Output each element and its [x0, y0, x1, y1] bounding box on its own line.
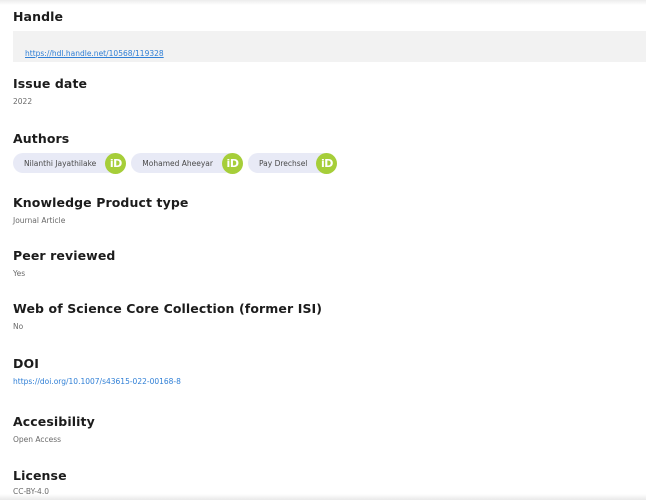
wos-value: No	[13, 322, 24, 331]
wos-label: Web of Science Core Collection (former I…	[13, 301, 323, 316]
accessibility-label: Accesibility	[13, 414, 95, 429]
handle-box: https://hdl.handle.net/10568/119328	[13, 31, 646, 62]
peer-reviewed-value: Yes	[13, 269, 26, 278]
doi-link[interactable]: https://doi.org/10.1007/s43615-022-00168…	[13, 377, 181, 386]
handle-field: Handle https://hdl.handle.net/10568/1193…	[13, 9, 646, 62]
orcid-icon[interactable]: iD	[105, 152, 127, 174]
accessibility-field: Accesibility Open Access	[13, 414, 646, 445]
author-name[interactable]: Mohamed Aheeyar	[142, 159, 213, 168]
author-name[interactable]: Pay Drechsel	[259, 159, 307, 168]
peer-reviewed-label: Peer reviewed	[13, 248, 116, 263]
license-label: License	[13, 468, 67, 483]
product-type-value: Journal Article	[13, 216, 66, 225]
bottom-shadow	[0, 494, 646, 500]
wos-field: Web of Science Core Collection (former I…	[13, 301, 646, 332]
doi-value: https://doi.org/10.1007/s43615-022-00168…	[13, 377, 646, 387]
author-chip[interactable]: Nilanthi Jayathilake iD	[13, 152, 127, 174]
author-chip[interactable]: Pay Drechsel iD	[248, 152, 338, 174]
authors-list: Nilanthi Jayathilake iD Mohamed Aheeyar …	[13, 152, 646, 174]
issue-date-label: Issue date	[13, 76, 88, 91]
orcid-icon[interactable]: iD	[222, 152, 243, 174]
author-chip[interactable]: Mohamed Aheeyar iD	[131, 152, 243, 174]
license-field: License CC-BY-4.0	[13, 468, 646, 497]
accessibility-value: Open Access	[13, 435, 62, 444]
doi-field: DOI https://doi.org/10.1007/s43615-022-0…	[13, 356, 646, 387]
doi-label: DOI	[13, 356, 39, 371]
author-name[interactable]: Nilanthi Jayathilake	[24, 159, 96, 168]
product-type-field: Knowledge Product type Journal Article	[13, 195, 646, 226]
handle-label: Handle	[13, 9, 64, 24]
issue-date-value: 2022	[13, 97, 33, 106]
peer-reviewed-field: Peer reviewed Yes	[13, 248, 646, 279]
handle-link[interactable]: https://hdl.handle.net/10568/119328	[25, 49, 164, 58]
authors-field: Authors Nilanthi Jayathilake iD Mohamed …	[13, 131, 646, 174]
issue-date-field: Issue date 2022	[13, 76, 646, 107]
top-shadow	[0, 0, 646, 5]
authors-label: Authors	[13, 131, 70, 146]
product-type-label: Knowledge Product type	[13, 195, 189, 210]
orcid-icon[interactable]: iD	[316, 152, 338, 174]
